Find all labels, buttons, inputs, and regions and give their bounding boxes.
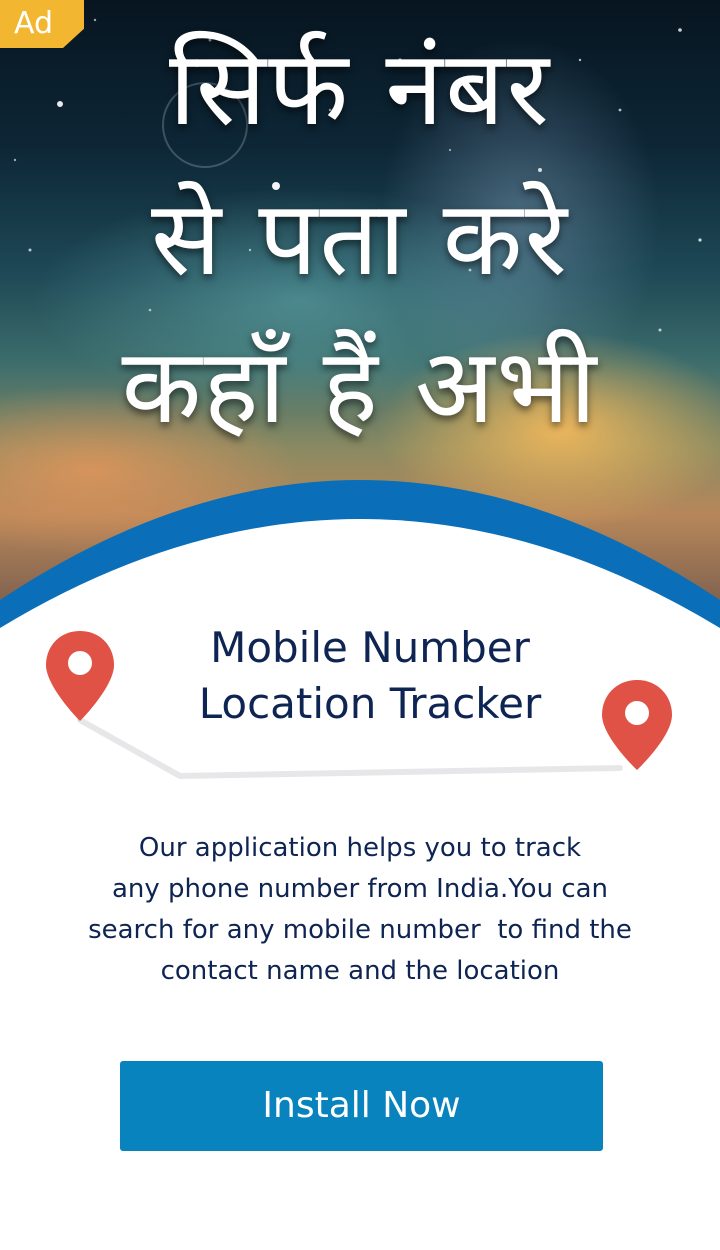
map-pin-icon: [46, 631, 114, 721]
description-line: any phone number from India.You can: [111, 874, 609, 904]
app-description: Our application helps you to track any p…: [40, 828, 680, 992]
install-now-button[interactable]: Install Now: [120, 1061, 603, 1151]
ad-page: सिर्फ नंबर से पता करे कहाँ हैं अभी Ad Mo…: [0, 0, 720, 1250]
app-title-line-2: Location Tracker: [198, 679, 542, 728]
app-title-line-1: Mobile Number: [210, 623, 530, 672]
map-pin-icon: [602, 680, 672, 770]
description-line: contact name and the location: [160, 956, 560, 986]
description-line: Our application helps you to track: [138, 833, 582, 863]
description-line: search for any mobile number to find the: [88, 915, 632, 945]
